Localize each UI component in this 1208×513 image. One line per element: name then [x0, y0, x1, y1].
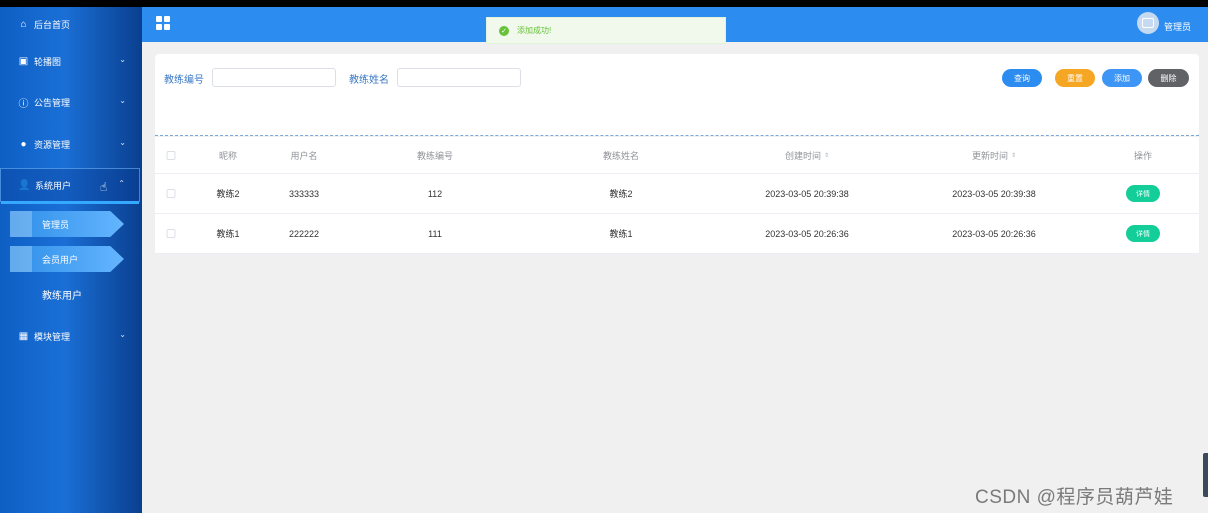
sort-icon[interactable]: ⇕ — [824, 152, 829, 159]
mouse-cursor-icon: ☝ — [100, 180, 108, 194]
sidebar-item-home[interactable]: ⌂ 后台首页 — [0, 7, 140, 41]
reset-button[interactable]: 重置 — [1055, 69, 1095, 87]
cell-updated: 2023-03-05 20:39:38 — [952, 188, 1036, 199]
scrollbar-handle[interactable] — [1203, 453, 1208, 497]
delete-button[interactable]: 删除 — [1148, 69, 1189, 87]
coach-no-input[interactable] — [212, 68, 336, 87]
column-header-sortable[interactable]: 创建时间 ⇕ — [785, 137, 829, 173]
divider — [155, 135, 1199, 136]
table-row: 教练1 222222 111 教练1 2023-03-05 20:26:36 2… — [155, 214, 1199, 254]
cell-nickname: 教练1 — [216, 229, 240, 239]
cell-updated: 2023-03-05 20:26:36 — [952, 228, 1036, 239]
table-header-row: 昵称 用户名 教练编号 教练姓名 创建时间 ⇕ 更新时间 ⇕ 操作 — [155, 137, 1199, 174]
column-header-sortable[interactable]: 更新时间 ⇕ — [972, 137, 1016, 173]
grid-icon[interactable] — [156, 16, 170, 30]
cell-coach-name: 教练1 — [609, 229, 633, 239]
user-icon: 👤 — [18, 179, 31, 191]
cell-coach-name: 教练2 — [609, 189, 633, 199]
column-header: 教练编号 — [416, 150, 454, 161]
coach-name-input[interactable] — [397, 68, 521, 87]
detail-button[interactable]: 详情 — [1126, 225, 1160, 242]
column-header: 教练姓名 — [602, 150, 640, 161]
column-header: 昵称 — [218, 150, 238, 161]
sidebar-item-carousel[interactable]: ▣ 轮播图 ⌄ — [0, 44, 140, 78]
success-toast: ✓ 添加成功! — [486, 17, 726, 44]
check-circle-icon: ✓ — [499, 25, 509, 36]
image-icon — [1142, 18, 1154, 28]
grid-icon: ▦ — [18, 330, 29, 342]
row-checkbox[interactable] — [166, 189, 176, 198]
toast-message: 添加成功! — [517, 26, 552, 35]
sidebar-item-label: 模块管理 — [34, 331, 71, 342]
column-header: 用户名 — [290, 150, 318, 161]
cell-username: 333333 — [288, 188, 320, 199]
sidebar-item-label: 系统用户 — [35, 180, 72, 191]
sidebar-item-label: 后台首页 — [34, 19, 71, 30]
cell-coach-no: 112 — [427, 188, 443, 199]
table-row: 教练2 333333 112 教练2 2023-03-05 20:39:38 2… — [155, 174, 1199, 214]
sidebar-item-label: 轮播图 — [34, 56, 62, 67]
app-frame: ⌂ 后台首页 ▣ 轮播图 ⌄ ⓘ 公告管理 ⌄ ● 资源管理 ⌄ 👤 系统用户 … — [0, 7, 1208, 513]
chevron-down-icon: ⌄ — [119, 330, 126, 339]
user-name[interactable]: 管理员 — [1164, 20, 1191, 33]
chevron-down-icon: ⌄ — [119, 96, 126, 105]
sidebar-item-label: 资源管理 — [34, 139, 71, 150]
watermark-text: CSDN @程序员葫芦娃 — [975, 487, 1174, 508]
sidebar-item-notice[interactable]: ⓘ 公告管理 ⌄ — [0, 85, 140, 119]
select-all-checkbox[interactable] — [166, 150, 176, 160]
sidebar-subitem-label: 管理员 — [42, 219, 70, 230]
avatar[interactable] — [1137, 12, 1159, 34]
coach-name-label: 教练姓名 — [349, 75, 389, 86]
sidebar-subitem-admin[interactable]: 管理员 — [10, 211, 124, 237]
data-table: 昵称 用户名 教练编号 教练姓名 创建时间 ⇕ 更新时间 ⇕ 操作 教练2 3333… — [155, 137, 1199, 254]
sidebar-item-resource[interactable]: ● 资源管理 ⌄ — [0, 127, 140, 161]
sidebar-subitem-label: 会员用户 — [42, 254, 79, 265]
coach-no-label: 教练编号 — [164, 75, 204, 86]
cell-coach-no: 111 — [428, 228, 442, 239]
image-icon: ▣ — [18, 55, 29, 67]
sidebar: ⌂ 后台首页 ▣ 轮播图 ⌄ ⓘ 公告管理 ⌄ ● 资源管理 ⌄ 👤 系统用户 … — [0, 7, 142, 513]
sidebar-item-modules[interactable]: ▦ 模块管理 ⌄ — [0, 319, 140, 353]
search-panel: 教练编号 教练姓名 查询 重置 添加 删除 — [155, 54, 1199, 136]
sidebar-item-label: 公告管理 — [34, 97, 71, 108]
info-icon: ⓘ — [18, 98, 29, 110]
sidebar-subitem-coaches[interactable]: 教练用户 — [10, 281, 124, 307]
column-header-label: 创建时间 — [784, 150, 821, 161]
cell-username: 222222 — [288, 228, 320, 239]
column-header: 操作 — [1133, 150, 1153, 161]
add-button[interactable]: 添加 — [1102, 69, 1142, 87]
pin-icon: ● — [20, 138, 27, 150]
sidebar-item-system-users[interactable]: 👤 系统用户 ⌃ — [0, 168, 140, 204]
chevron-down-icon: ⌄ — [119, 138, 126, 147]
cell-created: 2023-03-05 20:39:38 — [765, 188, 849, 199]
cell-nickname: 教练2 — [216, 189, 240, 199]
sidebar-subitem-label: 教练用户 — [42, 290, 82, 302]
home-icon: ⌂ — [20, 18, 27, 30]
chevron-up-icon: ⌃ — [118, 179, 125, 188]
sort-icon[interactable]: ⇕ — [1011, 152, 1016, 159]
column-header-label: 更新时间 — [971, 150, 1008, 161]
sidebar-subitem-members[interactable]: 会员用户 — [10, 246, 124, 272]
cell-created: 2023-03-05 20:26:36 — [765, 228, 849, 239]
query-button[interactable]: 查询 — [1002, 69, 1042, 87]
row-checkbox[interactable] — [166, 229, 176, 238]
detail-button[interactable]: 详情 — [1126, 185, 1160, 202]
chevron-down-icon: ⌄ — [119, 55, 126, 64]
